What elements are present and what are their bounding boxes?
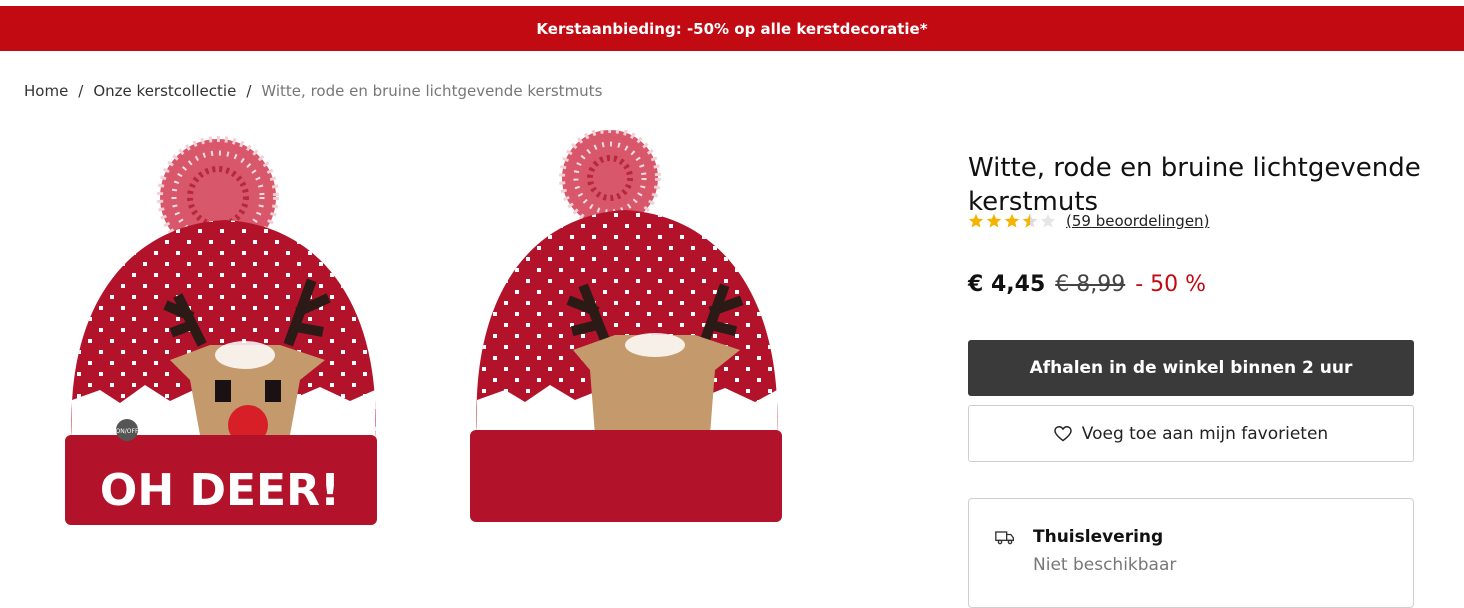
price-row: € 4,45 € 8,99 - 50 %	[968, 272, 1206, 297]
star-full-icon	[968, 213, 984, 228]
delivery-options-card: Thuislevering Niet beschikbaar	[968, 498, 1414, 608]
reviews-link[interactable]: (59 beoordelingen)	[1066, 212, 1209, 230]
add-to-favorites-button[interactable]: Voeg toe aan mijn favorieten	[968, 405, 1414, 462]
delivery-status: Niet beschikbaar	[1033, 555, 1177, 575]
delivery-title: Thuislevering	[1033, 527, 1164, 547]
breadcrumb-separator: /	[246, 82, 252, 100]
pickup-in-store-button[interactable]: Afhalen in de winkel binnen 2 uur	[968, 340, 1414, 396]
promo-text: Kerstaanbieding: -50% op alle kerstdecor…	[536, 19, 928, 38]
favorites-button-label: Voeg toe aan mijn favorieten	[1081, 423, 1329, 444]
star-half-icon	[1022, 213, 1038, 228]
price-current: € 4,45	[968, 272, 1046, 297]
breadcrumb-collection[interactable]: Onze kerstcollectie	[93, 82, 236, 100]
hat-text: OH DEER!	[100, 465, 340, 516]
breadcrumb-current: Witte, rode en bruine lichtgevende kerst…	[261, 82, 603, 100]
rating-stars	[968, 213, 1056, 229]
price-discount: - 50 %	[1135, 272, 1207, 297]
breadcrumb: Home / Onze kerstcollectie / Witte, rode…	[24, 82, 602, 100]
breadcrumb-home[interactable]: Home	[24, 82, 68, 100]
switch-badge-text: ON/OFF	[116, 428, 139, 435]
star-full-icon	[1004, 213, 1020, 228]
product-title: Witte, rode en bruine lichtgevende kerst…	[968, 153, 1421, 218]
heart-icon	[1054, 425, 1072, 441]
product-image-front[interactable]: OH DEER! ON/OFF	[60, 135, 390, 530]
breadcrumb-separator: /	[78, 82, 84, 100]
pickup-button-label: Afhalen in de winkel binnen 2 uur	[1029, 358, 1353, 378]
product-image-back[interactable]	[465, 127, 790, 530]
star-empty-icon	[1040, 213, 1056, 228]
star-full-icon	[986, 213, 1002, 228]
product-rating: (59 beoordelingen)	[968, 212, 1209, 230]
price-old: € 8,99	[1055, 272, 1126, 297]
promo-banner[interactable]: Kerstaanbieding: -50% op alle kerstdecor…	[0, 6, 1464, 51]
truck-icon	[995, 531, 1014, 545]
